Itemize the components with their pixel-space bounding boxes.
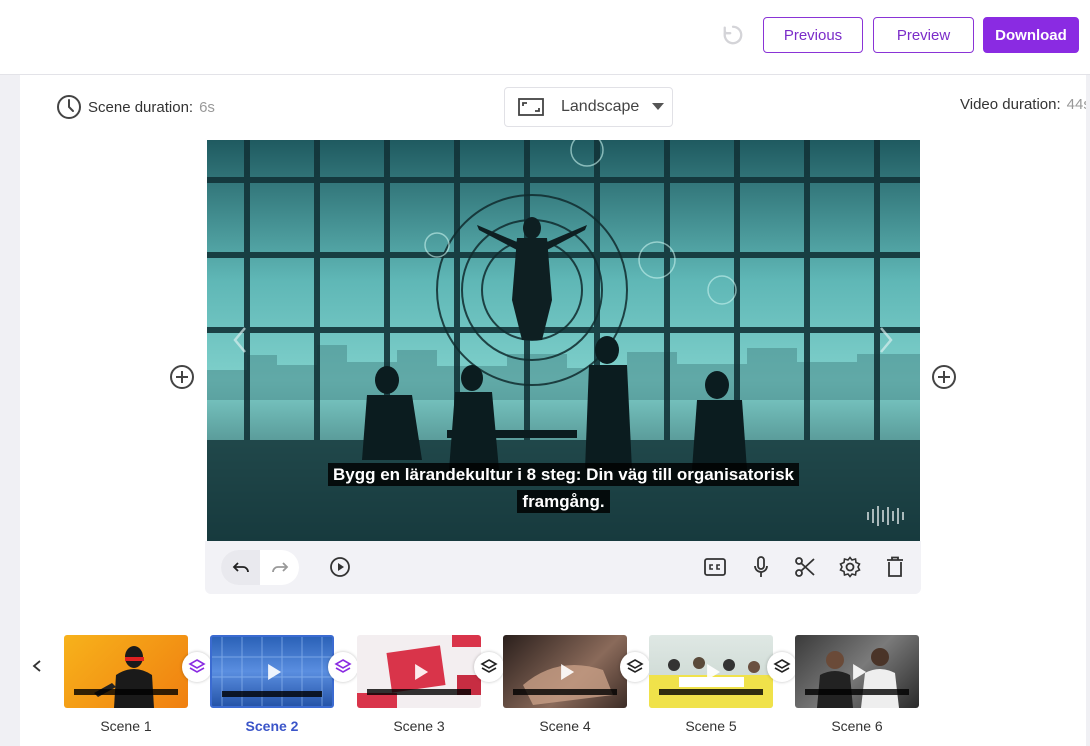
transition-button[interactable] (767, 652, 797, 682)
thumbnail-caption (513, 689, 617, 695)
scene-label: Scene 3 (393, 718, 445, 734)
playback-toolbar (205, 541, 921, 594)
layers-icon (188, 659, 206, 673)
thumbnail-caption (805, 689, 909, 695)
add-scene-after-icon[interactable] (931, 364, 957, 390)
undo-button[interactable] (221, 550, 260, 585)
thumbnail-image (94, 646, 154, 708)
scene-duration-label: Scene duration: (88, 98, 194, 116)
video-duration-value: 44s (1066, 96, 1086, 113)
thumbnail-caption (74, 689, 178, 695)
trim-button[interactable] (793, 555, 817, 579)
microphone-icon (754, 556, 768, 577)
thumbnail-caption (222, 691, 322, 697)
play-icon (330, 557, 350, 577)
closed-captions-button[interactable] (703, 555, 727, 579)
video-duration: Video duration: 44s (960, 96, 1086, 113)
thumbnail-caption (367, 689, 471, 695)
play-overlay-icon (561, 663, 575, 680)
caption-line-1: Bygg en lärandekultur i 8 steg: Din väg … (328, 463, 799, 486)
layout-select[interactable]: Landscape (504, 87, 673, 127)
scene-thumbnail[interactable] (649, 635, 773, 708)
transition-button[interactable] (182, 652, 212, 682)
video-duration-label: Video duration: (960, 96, 1061, 113)
caption-line-2: framgång. (517, 490, 610, 513)
caret-down-icon (652, 103, 665, 110)
delete-button[interactable] (883, 555, 907, 579)
play-button[interactable] (328, 555, 352, 579)
video-preview[interactable]: Bygg en lärandekultur i 8 steg: Din väg … (207, 140, 920, 541)
scene-thumbnail[interactable] (210, 635, 334, 708)
scene-duration: Scene duration: 6s (56, 94, 215, 120)
layers-icon (773, 659, 791, 673)
scene-label: Scene 1 (100, 718, 152, 734)
scene-thumbnail[interactable] (503, 635, 627, 708)
microphone-button[interactable] (749, 555, 773, 579)
previous-button[interactable]: Previous (763, 17, 863, 53)
scene-label: Scene 2 (245, 718, 299, 734)
scene-thumbnail[interactable] (357, 635, 481, 708)
subtitle-caption[interactable]: Bygg en lärandekultur i 8 steg: Din väg … (207, 461, 920, 515)
redo-button[interactable] (260, 550, 299, 585)
chevron-left-icon[interactable] (30, 656, 44, 676)
clock-icon (57, 95, 81, 119)
add-scene-before-icon[interactable] (169, 364, 195, 390)
scene-label: Scene 6 (831, 718, 883, 734)
gear-icon (839, 556, 861, 578)
transition-button[interactable] (620, 652, 650, 682)
aspect-ratio-icon (518, 98, 544, 116)
undo-icon (232, 561, 249, 572)
scene-thumbnail[interactable] (64, 635, 188, 708)
transition-button[interactable] (474, 652, 504, 682)
closed-captions-icon (704, 558, 726, 576)
undo-redo-group (221, 550, 299, 585)
scene-duration-value: 6s (199, 98, 215, 116)
settings-button[interactable] (838, 555, 862, 579)
layers-icon (334, 659, 352, 673)
layers-icon (480, 659, 498, 673)
scissors-icon (795, 557, 815, 577)
layout-value: Landscape (561, 98, 640, 115)
scene-label: Scene 5 (685, 718, 737, 734)
transition-button[interactable] (328, 652, 358, 682)
preview-button[interactable]: Preview (873, 17, 974, 53)
play-overlay-icon (853, 663, 867, 680)
scene-thumbnail[interactable] (795, 635, 919, 708)
play-overlay-icon (415, 663, 429, 680)
scene-strip: Scene 1 Scene 2 Scene 3 Scene 4 Scene 5 … (0, 630, 1090, 746)
layers-icon (626, 659, 644, 673)
play-overlay-icon (707, 663, 721, 680)
scene-label: Scene 4 (539, 718, 591, 734)
trash-icon (887, 556, 903, 577)
download-button[interactable]: Download (983, 17, 1079, 53)
top-bar: Previous Preview Download (0, 0, 1090, 75)
redo-icon (271, 561, 288, 572)
play-overlay-icon (268, 663, 282, 680)
refresh-icon (723, 25, 743, 45)
thumbnail-caption (659, 689, 763, 695)
